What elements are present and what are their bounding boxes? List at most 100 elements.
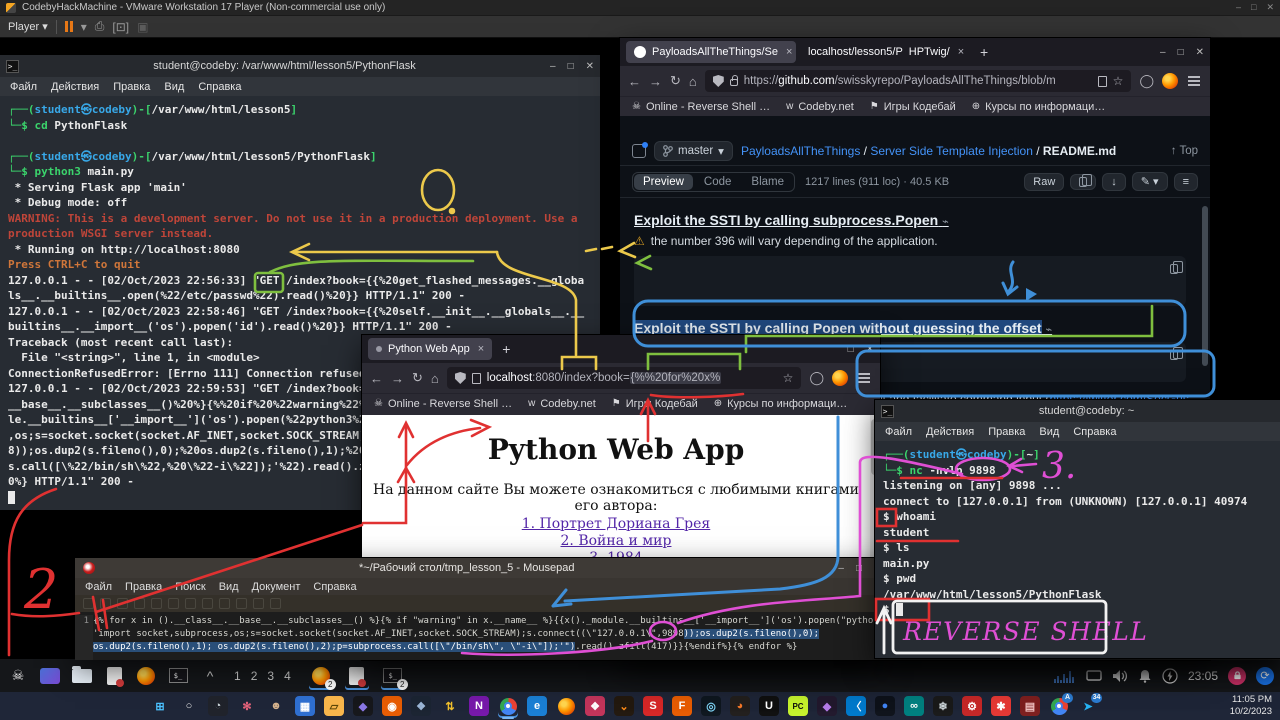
- anchor-link-icon[interactable]: ⌁: [942, 216, 949, 228]
- goto-icon[interactable]: [270, 598, 281, 609]
- volume-icon[interactable]: [1112, 669, 1128, 683]
- breadcrumb-folder-link[interactable]: Server Side Template Injection: [870, 144, 1033, 158]
- url-bar[interactable]: localhost:8080/index?book={%%20for%20x% …: [447, 367, 802, 389]
- workspace-number[interactable]: 4: [280, 669, 295, 683]
- forward-icon[interactable]: →: [649, 74, 662, 89]
- vm-clock[interactable]: 23:05: [1188, 669, 1218, 683]
- reader-icon[interactable]: [1098, 76, 1107, 87]
- edge-app-icon[interactable]: e: [527, 696, 547, 716]
- new-tab-button[interactable]: +: [496, 341, 516, 357]
- onenote-app-icon[interactable]: N: [469, 696, 489, 716]
- tab-payloadsallthethings[interactable]: PayloadsAllTheThings/Se ×: [626, 41, 796, 63]
- tab-close-icon[interactable]: ×: [958, 46, 964, 58]
- player-menu[interactable]: Player ▾: [8, 20, 48, 33]
- book-link[interactable]: 2. Война и мир: [362, 533, 870, 549]
- terminal-launcher-icon[interactable]: $_: [166, 664, 190, 688]
- cpu-graph-icon[interactable]: [1054, 669, 1076, 683]
- branch-selector[interactable]: master ▾: [654, 141, 733, 161]
- settings-red-icon[interactable]: ⚙: [962, 696, 982, 716]
- find-replace-icon[interactable]: [253, 598, 264, 609]
- reload-icon[interactable]: ↻: [412, 370, 423, 386]
- contact-app-icon[interactable]: ☻: [266, 696, 286, 716]
- forward-icon[interactable]: →: [391, 371, 404, 386]
- window-control-button[interactable]: □: [856, 563, 862, 574]
- window-control-button[interactable]: –: [1236, 2, 1241, 13]
- menu-item[interactable]: Документ: [252, 581, 301, 593]
- file-explorer-icon[interactable]: ▱: [324, 696, 344, 716]
- maps-app-icon[interactable]: ●: [875, 696, 895, 716]
- pocket-icon[interactable]: ◯: [1139, 73, 1154, 89]
- window-control-button[interactable]: ✕: [1196, 47, 1204, 58]
- home-icon[interactable]: ⌂: [689, 74, 697, 89]
- terminal-window-button[interactable]: $_2: [381, 664, 405, 688]
- menu-item[interactable]: Вид: [219, 581, 239, 593]
- panel-expand-icon[interactable]: ^: [198, 664, 222, 688]
- tab-python-web-app[interactable]: Python Web App ×: [368, 338, 492, 360]
- firefox-account-icon[interactable]: [832, 370, 848, 386]
- window-control-button[interactable]: □: [1178, 47, 1184, 58]
- start-button[interactable]: ⊞: [150, 696, 170, 716]
- visual-studio-app-icon[interactable]: ◆: [817, 696, 837, 716]
- pocket-icon[interactable]: ◯: [809, 370, 824, 386]
- file-tree-icon[interactable]: [632, 144, 646, 158]
- windows-clock[interactable]: 11:05 PM 10/2/2023: [1230, 694, 1272, 718]
- workspace-number[interactable]: 1: [230, 669, 245, 683]
- bookmark-item[interactable]: ⊕Курсы по информаци…: [714, 398, 848, 410]
- arrows-app-icon[interactable]: ⇅: [440, 696, 460, 716]
- obsidian-app-icon[interactable]: ◆: [353, 696, 373, 716]
- menu-item[interactable]: Действия: [51, 81, 99, 93]
- notifications-bell-icon[interactable]: [1138, 669, 1152, 683]
- window-control-button[interactable]: □: [568, 61, 574, 72]
- send-ctrl-alt-del-icon[interactable]: ⎙: [95, 19, 105, 34]
- toolbox-dark-icon[interactable]: ▤: [1020, 696, 1040, 716]
- window-control-button[interactable]: ✕: [1266, 2, 1274, 13]
- search-icon[interactable]: ○: [179, 696, 199, 716]
- text-editor-icon[interactable]: [102, 664, 126, 688]
- scroll-top-link[interactable]: ↑ Top: [1171, 145, 1198, 157]
- code-block-1[interactable]: {{''.__class__.mro()[1].__subclasses__()…: [634, 256, 1186, 306]
- paste-icon[interactable]: [219, 598, 230, 609]
- outline-button[interactable]: ≡: [1174, 173, 1198, 191]
- shield-icon[interactable]: [455, 372, 466, 384]
- carrot-app-icon[interactable]: ⌄: [614, 696, 634, 716]
- window-control-button[interactable]: –: [838, 563, 844, 574]
- firefox-launcher-icon[interactable]: [134, 664, 158, 688]
- f-book-app-icon[interactable]: F: [672, 696, 692, 716]
- new-tab-button[interactable]: +: [974, 44, 994, 60]
- display-icon[interactable]: [1086, 670, 1102, 682]
- menu-item[interactable]: Справка: [1073, 426, 1116, 438]
- raw-button[interactable]: Raw: [1024, 173, 1064, 191]
- bookmark-star-icon[interactable]: ☆: [783, 371, 794, 385]
- find-icon[interactable]: [236, 598, 247, 609]
- window-control-button[interactable]: ✕: [586, 61, 594, 72]
- chrome-profile-icon[interactable]: A: [1049, 696, 1069, 716]
- menu-item[interactable]: Справка: [313, 581, 356, 593]
- power-manager-icon[interactable]: [1162, 668, 1178, 684]
- copy-icon[interactable]: [1170, 350, 1178, 360]
- firefox-app-icon[interactable]: [556, 696, 576, 716]
- bookmark-item[interactable]: ☠Online - Reverse Shell …: [374, 398, 512, 410]
- menu-icon[interactable]: [1188, 80, 1200, 82]
- window-control-button[interactable]: –: [550, 61, 556, 72]
- editor-text[interactable]: {% for x in ().__class__.__base__.__subc…: [93, 615, 884, 660]
- home-icon[interactable]: ⌂: [431, 371, 439, 386]
- reload-icon[interactable]: ↻: [670, 73, 681, 89]
- dial-app-icon[interactable]: ◉: [382, 696, 402, 716]
- undo-icon[interactable]: [151, 598, 162, 609]
- menu-icon[interactable]: [858, 377, 870, 379]
- bookmark-item[interactable]: ⚑Игры Кодебай: [612, 398, 698, 410]
- vmware-app-icon[interactable]: ❖: [411, 696, 431, 716]
- breadcrumb-repo-link[interactable]: PayloadsAllTheThings: [741, 144, 860, 158]
- tab-blame[interactable]: Blame: [741, 173, 794, 191]
- menu-item[interactable]: Правка: [113, 81, 150, 93]
- bookmark-item[interactable]: ⊕Курсы по информаци…: [972, 101, 1106, 113]
- bookmark-item[interactable]: ☠Online - Reverse Shell …: [632, 101, 770, 113]
- menu-item[interactable]: Правка: [125, 581, 162, 593]
- workspace-number[interactable]: 3: [263, 669, 278, 683]
- tab-close-icon[interactable]: ×: [478, 343, 484, 355]
- gauge-app-icon[interactable]: ◔: [208, 696, 228, 716]
- menu-item[interactable]: Вид: [1039, 426, 1059, 438]
- save-as-icon[interactable]: [134, 598, 145, 609]
- menu-item[interactable]: Поиск: [175, 581, 205, 593]
- fullscreen-icon[interactable]: [⊡]: [112, 20, 129, 34]
